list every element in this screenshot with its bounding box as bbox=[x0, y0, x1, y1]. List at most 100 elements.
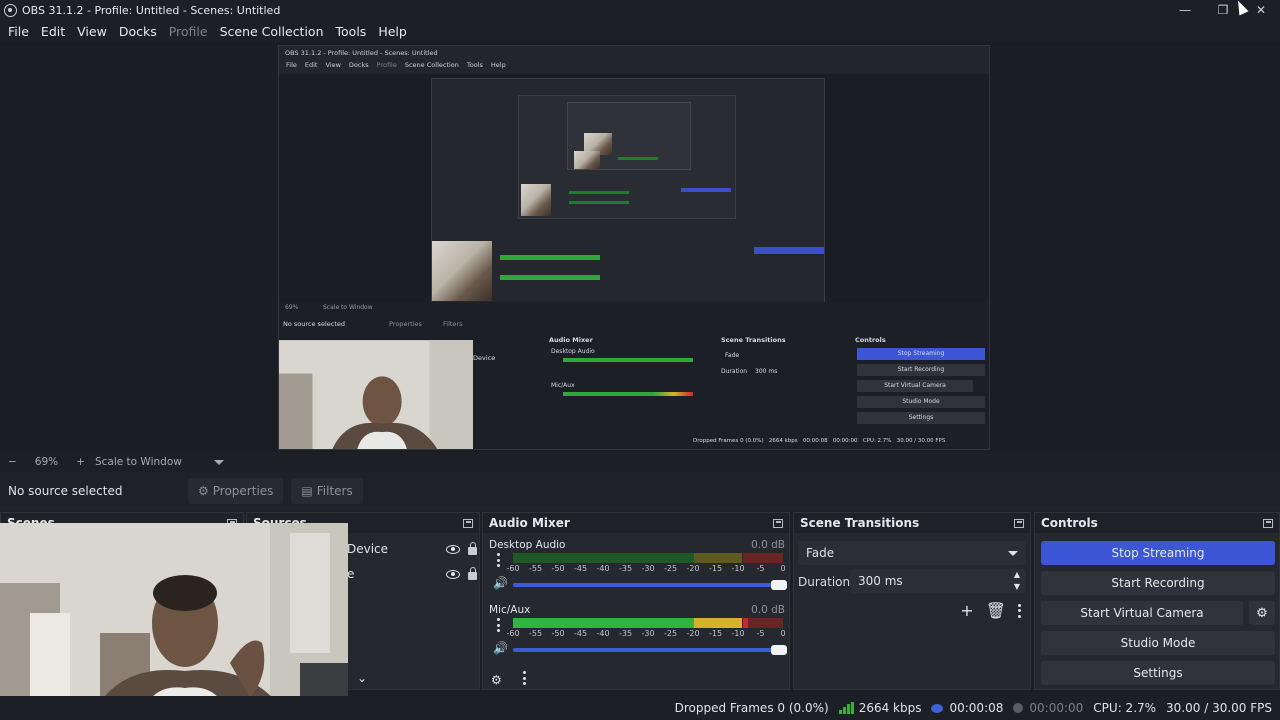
source-item[interactable]: Device bbox=[347, 537, 477, 561]
nested-studio-mode: Studio Mode bbox=[857, 396, 985, 408]
menu-view[interactable]: View bbox=[71, 24, 113, 39]
tick-label: -25 bbox=[663, 564, 678, 573]
stop-streaming-button[interactable]: Stop Streaming bbox=[1041, 541, 1275, 565]
volume-slider-handle[interactable] bbox=[771, 645, 787, 655]
nested-controls: Controls bbox=[855, 336, 886, 344]
minimize-button[interactable]: — bbox=[1166, 0, 1204, 20]
controls-dock: Controls Stop Streaming Start Recording … bbox=[1034, 512, 1280, 690]
nested-virtual-camera: Start Virtual Camera bbox=[857, 380, 973, 392]
studio-mode-button[interactable]: Studio Mode bbox=[1041, 631, 1275, 655]
tick-label: -55 bbox=[528, 629, 543, 638]
nested-scale-mode: Scale to Window bbox=[323, 304, 373, 311]
nested-no-source: No source selected bbox=[283, 320, 345, 328]
record-time-value: 00:00:00 bbox=[1029, 701, 1084, 715]
channel-db: 0.0 dB bbox=[751, 604, 785, 616]
tick-label: 0 bbox=[780, 629, 786, 638]
webcam-overlay bbox=[0, 523, 348, 720]
meter-level bbox=[693, 618, 743, 628]
filters-button[interactable]: ▤ Filters bbox=[291, 478, 363, 504]
eye-icon[interactable] bbox=[446, 544, 460, 554]
meter-ticks: -60 -55 -50 -45 -40 -35 -30 -25 -20 -15 -10 -5 0 bbox=[506, 629, 786, 639]
transition-menu-icon[interactable] bbox=[1018, 603, 1022, 618]
tick-label: -35 bbox=[618, 629, 633, 638]
lock-icon[interactable] bbox=[468, 567, 477, 580]
menu-help[interactable]: Help bbox=[372, 24, 413, 39]
audio-mixer-menu-icon[interactable] bbox=[523, 671, 527, 685]
nested-menu-item: View bbox=[325, 61, 341, 69]
start-virtual-camera-button[interactable]: Start Virtual Camera bbox=[1041, 601, 1243, 625]
dock-float-icon[interactable] bbox=[1014, 518, 1024, 528]
menu-edit[interactable]: Edit bbox=[35, 24, 71, 39]
obs-logo-icon bbox=[4, 3, 17, 17]
properties-button[interactable]: ⚙ Properties bbox=[188, 478, 284, 504]
advanced-audio-gear-icon[interactable]: ⚙ bbox=[491, 673, 502, 687]
preview-scale-bar: − 69% + Scale to Window bbox=[0, 452, 1280, 472]
menu-profile[interactable]: Profile bbox=[163, 24, 214, 39]
signal-bars-icon bbox=[838, 702, 854, 714]
zoom-out-button[interactable]: − bbox=[8, 456, 17, 468]
start-recording-button[interactable]: Start Recording bbox=[1041, 571, 1275, 595]
duration-input[interactable]: 300 ms ▲ ▼ bbox=[850, 569, 1026, 593]
dock-float-icon[interactable] bbox=[463, 518, 473, 528]
tick-label: -50 bbox=[551, 629, 565, 638]
channel-name: Desktop Audio bbox=[489, 539, 566, 551]
scene-transitions-title: Scene Transitions bbox=[800, 516, 920, 530]
nested-fade: Fade bbox=[725, 352, 740, 359]
speaker-icon[interactable]: 🔊 bbox=[493, 576, 508, 590]
dock-float-icon[interactable] bbox=[773, 518, 783, 528]
source-item[interactable]: e bbox=[347, 562, 477, 586]
chevron-down-icon[interactable] bbox=[213, 459, 224, 465]
volume-slider-handle[interactable] bbox=[771, 580, 787, 590]
scale-mode-select[interactable]: Scale to Window bbox=[95, 456, 182, 468]
nested-desktop-audio: Desktop Audio bbox=[551, 348, 595, 355]
meter-background bbox=[513, 553, 694, 563]
tick-label: -35 bbox=[618, 564, 633, 573]
tick-label: -40 bbox=[596, 564, 610, 573]
menu-file[interactable]: File bbox=[2, 24, 35, 39]
virtual-camera-gear-icon[interactable]: ⚙ bbox=[1249, 601, 1275, 625]
meter-level bbox=[513, 618, 694, 628]
volume-meter bbox=[513, 553, 783, 563]
trash-icon[interactable]: 🗑 bbox=[986, 601, 1006, 620]
menu-scene-collection[interactable]: Scene Collection bbox=[214, 24, 330, 39]
tick-label: -10 bbox=[731, 564, 745, 573]
tick-label: 0 bbox=[780, 564, 786, 573]
volume-slider[interactable] bbox=[513, 580, 787, 590]
zoom-in-button[interactable]: + bbox=[76, 456, 85, 468]
channel-menu-icon[interactable] bbox=[497, 618, 501, 632]
channel-menu-icon[interactable] bbox=[497, 553, 501, 567]
tick-label: -20 bbox=[686, 564, 700, 573]
cpu-usage: CPU: 2.7% bbox=[1093, 701, 1157, 715]
menu-docks[interactable]: Docks bbox=[113, 24, 163, 39]
settings-button[interactable]: Settings bbox=[1041, 661, 1275, 685]
scene-transitions-header: Scene Transitions bbox=[794, 513, 1030, 533]
menu-tools[interactable]: Tools bbox=[330, 24, 373, 39]
lock-icon[interactable] bbox=[468, 542, 477, 555]
add-icon[interactable]: + bbox=[960, 601, 973, 620]
transition-select[interactable]: Fade bbox=[798, 541, 1026, 565]
tick-label: -20 bbox=[686, 629, 700, 638]
nested-menu-item: Profile bbox=[376, 61, 397, 69]
spin-down-icon[interactable]: ▼ bbox=[1014, 581, 1020, 593]
spin-up-icon[interactable]: ▲ bbox=[1014, 569, 1020, 581]
chevron-down-icon bbox=[1008, 550, 1018, 556]
audio-mixer-title: Audio Mixer bbox=[489, 516, 570, 530]
filter-icon: ▤ bbox=[301, 484, 313, 498]
tick-label: -30 bbox=[641, 629, 655, 638]
volume-slider[interactable] bbox=[513, 645, 787, 655]
title-bar: OBS 31.1.2 - Profile: Untitled - Scenes:… bbox=[0, 0, 1280, 20]
source-toolbar: No source selected ⚙ Properties ▤ Filter… bbox=[0, 472, 1280, 510]
no-source-label: No source selected bbox=[8, 484, 123, 498]
bitrate-value: 2664 kbps bbox=[858, 701, 922, 715]
nested-device: Device bbox=[473, 354, 496, 362]
fps-value: 30.00 / 30.00 FPS bbox=[1166, 701, 1272, 715]
dock-float-icon[interactable] bbox=[1263, 518, 1273, 528]
tick-label: -10 bbox=[731, 629, 745, 638]
speaker-icon[interactable]: 🔊 bbox=[493, 641, 508, 655]
chevron-down-icon[interactable]: ⌄ bbox=[357, 671, 367, 685]
audio-channel: Mic/Aux 0.0 dB bbox=[489, 604, 785, 616]
tick-label: -15 bbox=[708, 629, 723, 638]
nested-menu-item: File bbox=[286, 61, 297, 69]
eye-icon[interactable] bbox=[446, 569, 460, 579]
nested-capture-level-3 bbox=[518, 95, 736, 219]
